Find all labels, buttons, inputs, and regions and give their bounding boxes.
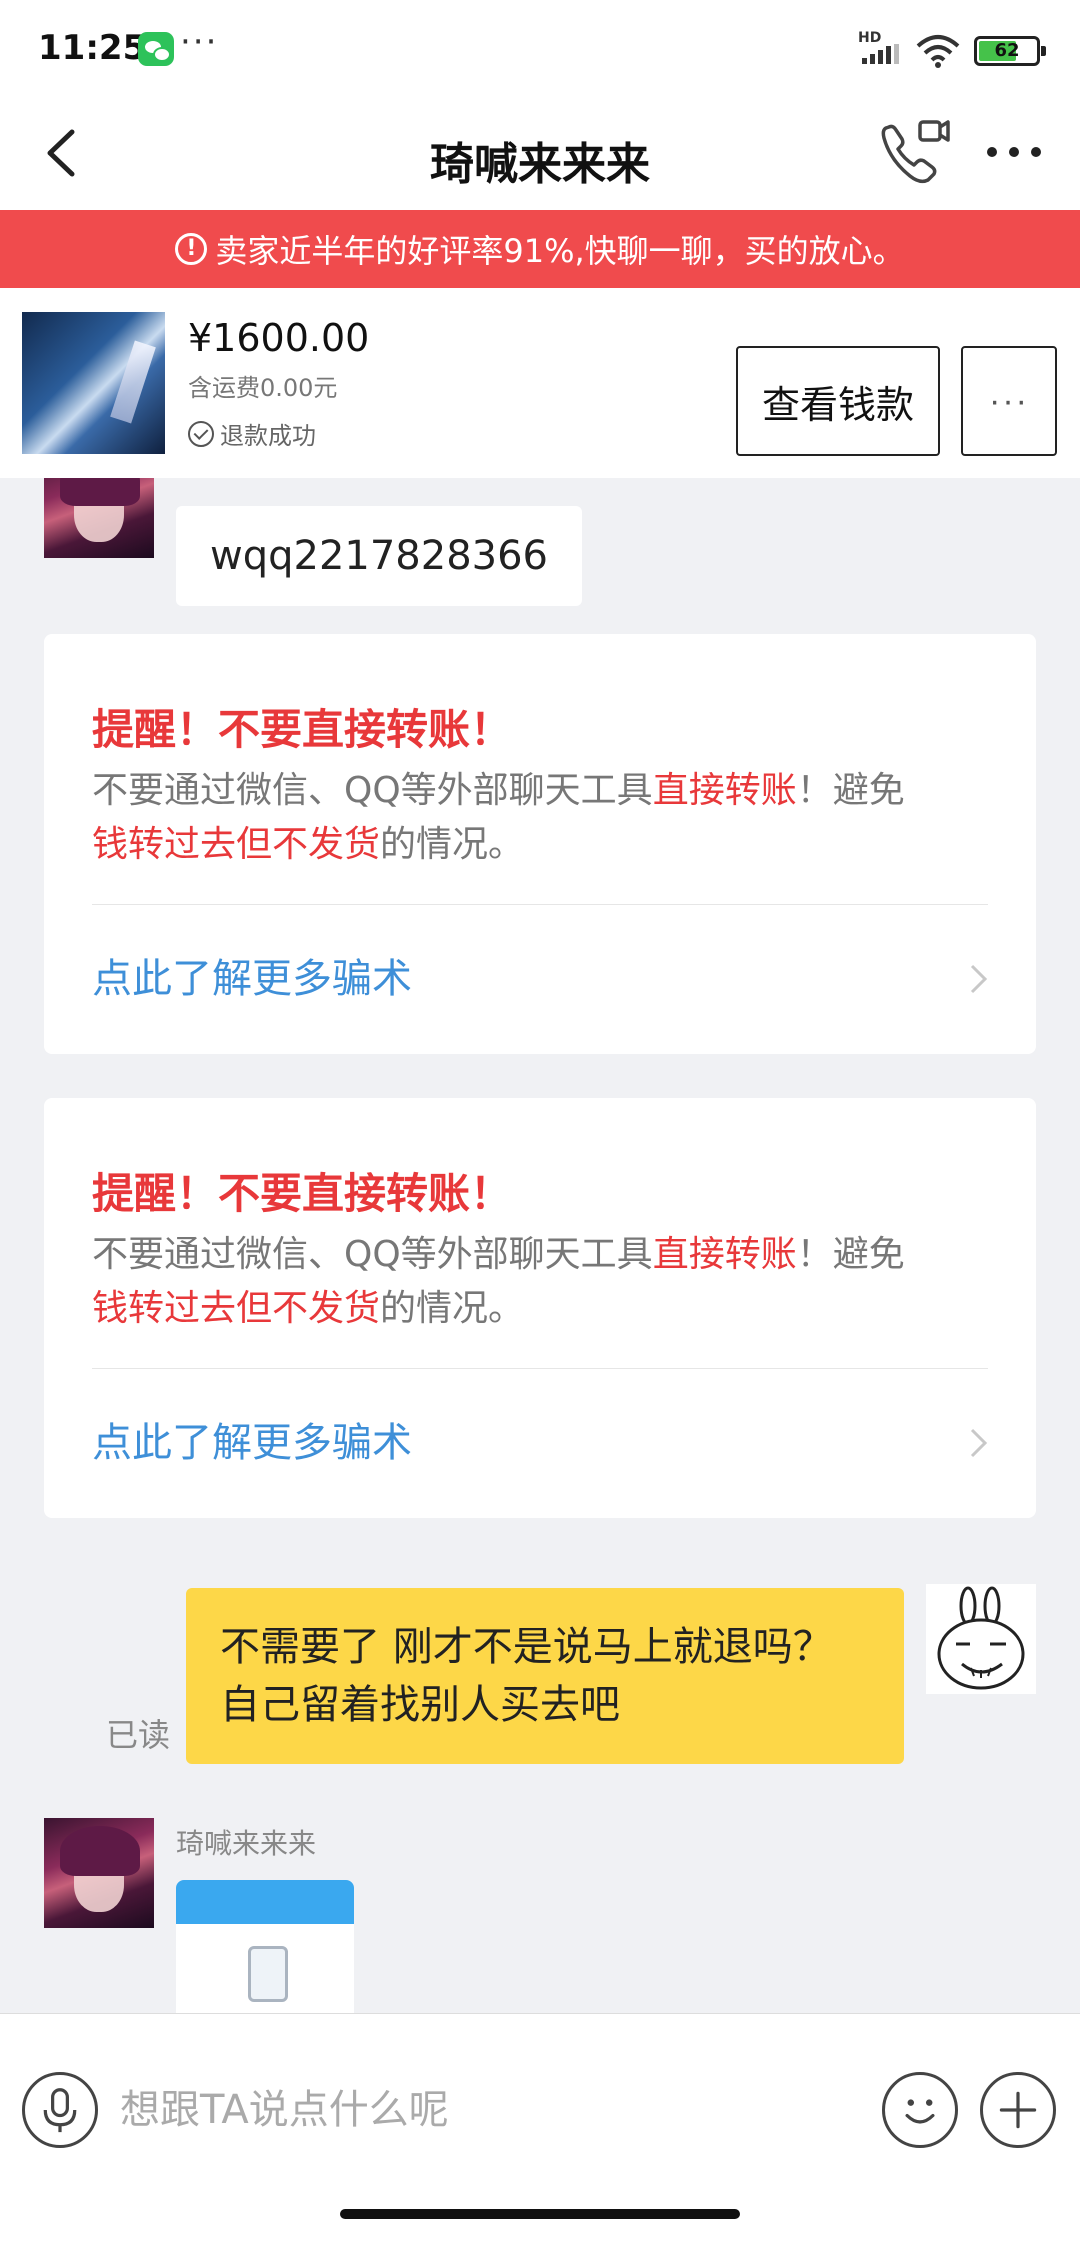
- sender-name: 琦喊来来来: [176, 1827, 317, 1860]
- my-avatar-sticker[interactable]: [926, 1584, 1036, 1694]
- scam-info-link[interactable]: 点此了解更多骗术: [92, 946, 412, 1004]
- scam-info-link[interactable]: 点此了解更多骗术: [92, 1410, 412, 1468]
- wifi-icon: [916, 35, 960, 68]
- battery-level: 62: [994, 40, 1020, 61]
- product-more-button[interactable]: ···: [961, 346, 1057, 456]
- status-bar: 11:25 ··· HD 62: [0, 0, 1080, 100]
- product-price: ¥1600.00: [188, 316, 370, 360]
- warning-title: 提醒！不要直接转账！: [92, 705, 513, 754]
- check-circle-icon: [188, 420, 214, 447]
- plus-icon[interactable]: [980, 2072, 1056, 2148]
- chevron-right-icon: [970, 964, 988, 994]
- chat-messages[interactable]: wqq2217828366 提醒！不要直接转账！ 不要通过微信、QQ等外部聊天工…: [0, 478, 1080, 2013]
- read-receipt: 已读: [106, 1716, 171, 1754]
- warning-body: 不要通过微信、QQ等外部聊天工具直接转账！避免 钱转过去但不发货的情况。: [92, 770, 905, 865]
- warning-title: 提醒！不要直接转账！: [92, 1169, 513, 1218]
- more-icon[interactable]: [984, 134, 1044, 170]
- status-more-dots: ···: [180, 22, 219, 62]
- signal-icon: [862, 44, 899, 64]
- trust-banner[interactable]: ! 卖家近半年的好评率91%,快聊一聊，买的放心。: [0, 210, 1080, 288]
- mic-icon[interactable]: [22, 2072, 98, 2148]
- status-time: 11:25: [38, 28, 147, 68]
- message-bubble-sent[interactable]: 不需要了 刚才不是说马上就退吗？自己留着找别人买去吧: [186, 1588, 904, 1764]
- shipping-fee: 含运费0.00元: [188, 374, 338, 402]
- chevron-right-icon: [970, 1428, 988, 1458]
- chat-header: 琦喊来来来: [0, 100, 1080, 210]
- view-money-button[interactable]: 查看钱款: [736, 346, 940, 456]
- wechat-notification-icon: [138, 32, 174, 66]
- warning-card: 提醒！不要直接转账！ 不要通过微信、QQ等外部聊天工具直接转账！避免 钱转过去但不…: [44, 634, 1036, 1054]
- battery-icon: 62: [974, 36, 1046, 66]
- warning-card: 提醒！不要直接转账！ 不要通过微信、QQ等外部聊天工具直接转账！避免 钱转过去但不…: [44, 1098, 1036, 1518]
- refund-status: 退款成功: [188, 416, 316, 451]
- banner-text: 卖家近半年的好评率91%,快聊一聊，买的放心。: [215, 232, 905, 270]
- avatar[interactable]: [44, 1818, 154, 1928]
- image-message[interactable]: [176, 1880, 354, 2013]
- message-bubble-received[interactable]: wqq2217828366: [176, 506, 582, 606]
- avatar[interactable]: [44, 478, 154, 558]
- emoji-icon[interactable]: [882, 2072, 958, 2148]
- home-indicator[interactable]: [340, 2209, 740, 2219]
- product-thumbnail[interactable]: [22, 312, 165, 454]
- product-card: ¥1600.00 含运费0.00元 退款成功 查看钱款 ···: [0, 288, 1080, 478]
- refund-status-label: 退款成功: [220, 422, 316, 450]
- alert-icon: !: [175, 233, 208, 265]
- divider: [92, 904, 988, 905]
- phone-video-icon[interactable]: [876, 116, 952, 188]
- warning-body: 不要通过微信、QQ等外部聊天工具直接转账！避免 钱转过去但不发货的情况。: [92, 1234, 905, 1329]
- divider: [92, 1368, 988, 1369]
- message-input[interactable]: [120, 2070, 860, 2150]
